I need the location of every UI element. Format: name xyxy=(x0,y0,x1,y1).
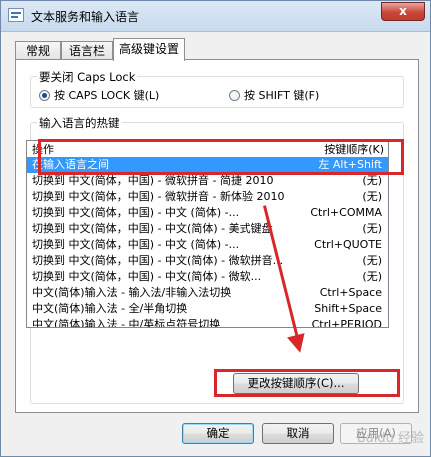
list-item[interactable]: 切换到 中文(简体，中国) - 微软拼音 - 新体验 2010 (无) xyxy=(27,189,388,205)
dialog-window: 文本服务和输入语言 x 常规 语言栏 高级键设置 要关闭 Caps Lock 按… xyxy=(0,0,431,457)
row-hotkey: Ctrl+Space xyxy=(319,286,382,299)
radio-selected-icon[interactable] xyxy=(39,89,50,101)
row-hotkey: (无) xyxy=(362,270,382,283)
caps-lock-option[interactable]: 按 CAPS LOCK 键(L) xyxy=(39,87,159,103)
row-action: 中文(简体)输入法 - 输入法/非输入法切换 xyxy=(32,286,232,299)
row-hotkey: Ctrl+COMMA xyxy=(310,206,382,219)
list-item[interactable]: 切换到 中文(简体，中国) - 中文(简体) - 微软... (无) xyxy=(27,269,388,285)
caps-lock-group-title: 要关闭 Caps Lock xyxy=(37,69,138,85)
row-hotkey: Ctrl+QUOTE xyxy=(314,238,382,251)
row-action: 切换到 中文(简体，中国) - 微软拼音 - 简捷 2010 xyxy=(32,174,274,187)
tab-language-bar[interactable]: 语言栏 xyxy=(61,41,113,60)
row-hotkey: (无) xyxy=(362,174,382,187)
radio-unselected-icon[interactable] xyxy=(229,89,240,101)
list-item[interactable]: 中文(简体)输入法 - 全/半角切换 Shift+Space xyxy=(27,301,388,317)
row-action: 切换到 中文(简体，中国) - 中文 (简体) -... xyxy=(32,206,240,219)
row-hotkey: (无) xyxy=(362,254,382,267)
ok-button[interactable]: 确定 xyxy=(182,423,254,444)
window-title: 文本服务和输入语言 xyxy=(31,10,140,24)
row-action: 切换到 中文(简体，中国) - 中文 (简体) -... xyxy=(32,238,240,251)
list-item[interactable]: 切换到 中文(简体，中国) - 中文 (简体) -... Ctrl+COMMA xyxy=(27,205,388,221)
annotation-button-box xyxy=(214,369,400,397)
list-item[interactable]: 切换到 中文(简体，中国) - 中文(简体) - 美式键盘 (无) xyxy=(27,221,388,237)
row-action: 切换到 中文(简体，中国) - 中文(简体) - 微软... xyxy=(32,270,262,283)
tab-general[interactable]: 常规 xyxy=(15,41,61,60)
row-hotkey: Ctrl+PERIOD xyxy=(311,318,382,328)
shift-option-label: 按 SHIFT 键(F) xyxy=(244,89,320,102)
list-item[interactable]: 切换到 中文(简体，中国) - 中文(简体) - 微软拼音... (无) xyxy=(27,253,388,269)
row-action: 中文(简体)输入法 - 中/英标点符号切换 xyxy=(32,318,221,328)
annotation-highlight-box xyxy=(38,139,404,175)
keyboard-icon xyxy=(8,8,24,22)
caps-lock-group: 要关闭 Caps Lock 按 CAPS LOCK 键(L) 按 SHIFT 键… xyxy=(30,69,404,108)
list-item[interactable]: 中文(简体)输入法 - 输入法/非输入法切换 Ctrl+Space xyxy=(27,285,388,301)
list-item[interactable]: 中文(简体)输入法 - 中/英标点符号切换 Ctrl+PERIOD xyxy=(27,317,388,328)
caps-lock-option-label: 按 CAPS LOCK 键(L) xyxy=(54,89,160,102)
list-item[interactable]: 切换到 中文(简体，中国) - 微软拼音 - 简捷 2010 (无) xyxy=(27,173,388,189)
row-action: 切换到 中文(简体，中国) - 中文(简体) - 美式键盘 xyxy=(32,222,273,235)
hotkeys-group-title: 输入语言的热键 xyxy=(37,115,122,131)
title-bar[interactable]: 文本服务和输入语言 x xyxy=(1,1,430,32)
row-action: 中文(简体)输入法 - 全/半角切换 xyxy=(32,302,188,315)
row-hotkey: (无) xyxy=(362,222,382,235)
row-action: 切换到 中文(简体，中国) - 中文(简体) - 微软拼音... xyxy=(32,254,284,267)
list-item[interactable]: 切换到 中文(简体，中国) - 中文 (简体) -... Ctrl+QUOTE xyxy=(27,237,388,253)
watermark: Baidu 经验 xyxy=(356,431,424,446)
cancel-button[interactable]: 取消 xyxy=(262,423,334,444)
tab-advanced-key-settings[interactable]: 高级键设置 xyxy=(113,38,185,61)
shift-option[interactable]: 按 SHIFT 键(F) xyxy=(229,87,319,103)
row-action: 切换到 中文(简体，中国) - 微软拼音 - 新体验 2010 xyxy=(32,190,285,203)
row-hotkey: (无) xyxy=(362,190,382,203)
row-hotkey: Shift+Space xyxy=(314,302,382,315)
close-button[interactable]: x xyxy=(381,2,425,21)
